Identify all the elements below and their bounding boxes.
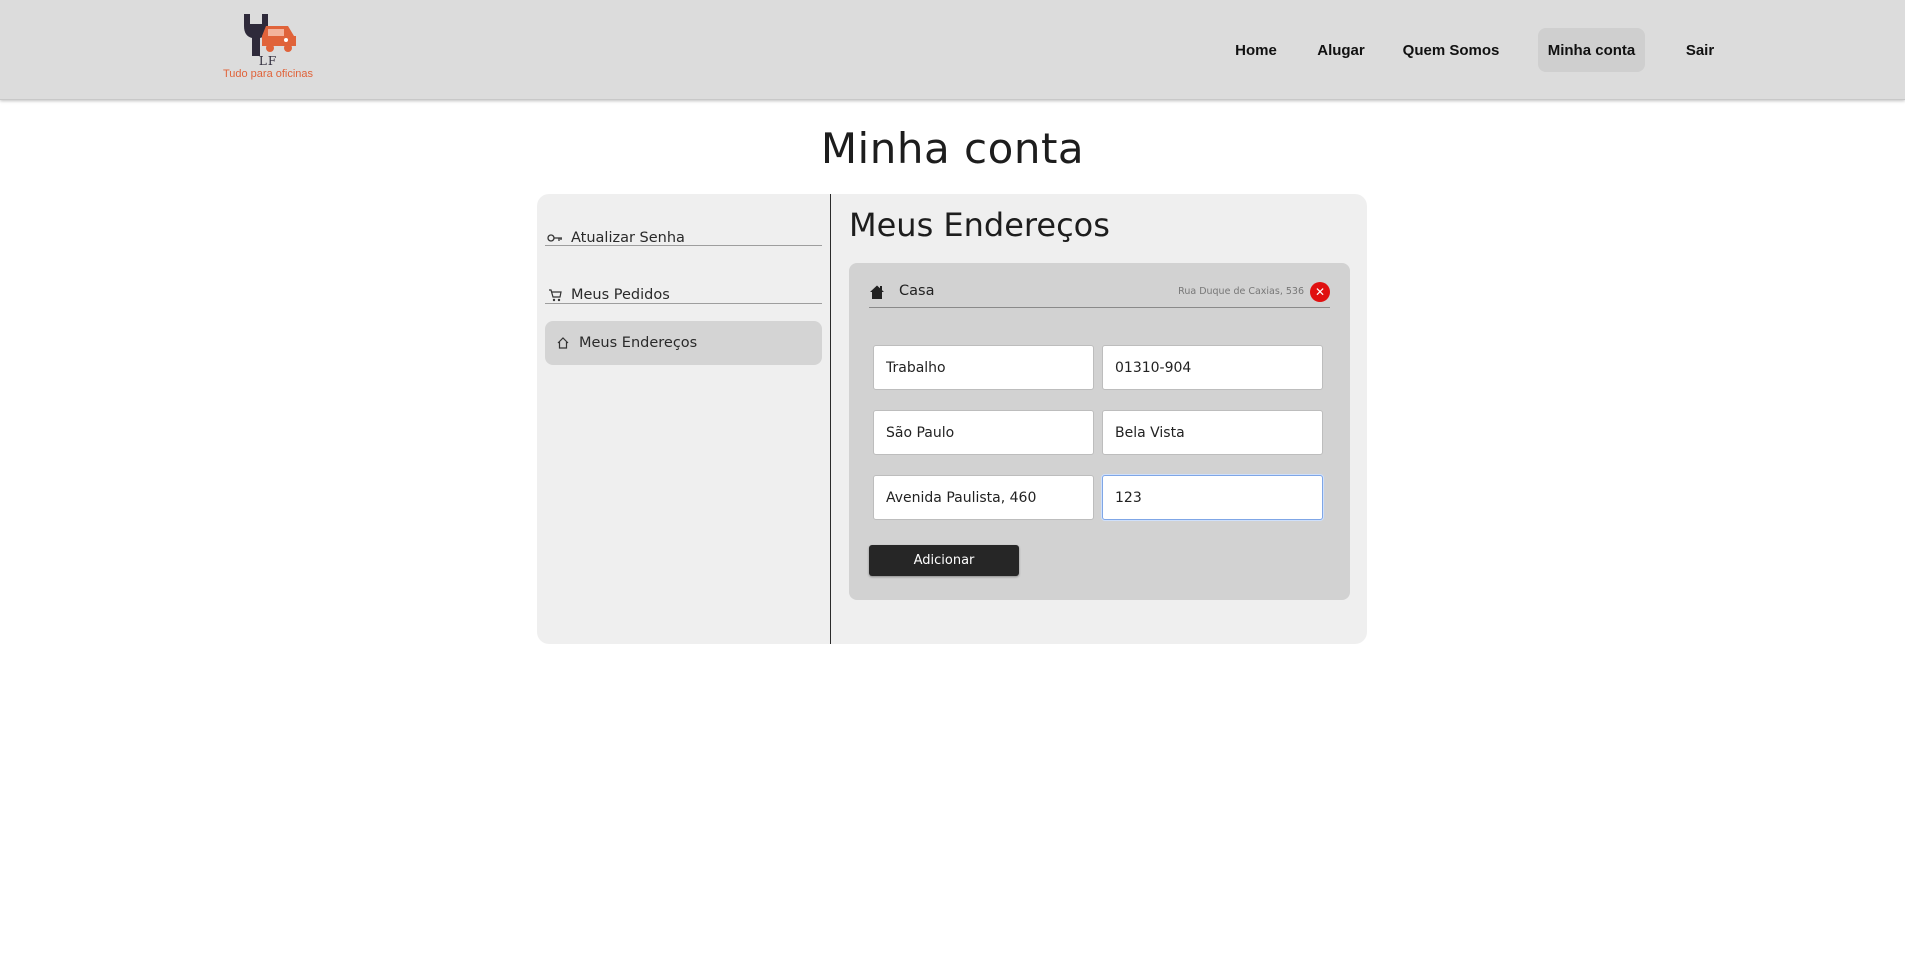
saved-address-name: Casa bbox=[899, 283, 935, 299]
home-filled-icon bbox=[870, 285, 884, 299]
close-icon: ✕ bbox=[1314, 285, 1326, 299]
sidebar-item-label: Meus Pedidos bbox=[571, 287, 670, 303]
district-field[interactable] bbox=[1102, 410, 1323, 455]
saved-address-row: Casa Rua Duque de Caxias, 536 ✕ bbox=[869, 277, 1330, 308]
page-title: Minha conta bbox=[820, 124, 1085, 173]
key-icon bbox=[545, 233, 565, 243]
sidebar-item-meus-pedidos[interactable]: Meus Pedidos bbox=[545, 273, 822, 317]
add-address-button[interactable]: Adicionar bbox=[869, 545, 1019, 576]
number-field[interactable] bbox=[1102, 475, 1323, 520]
nav-sair[interactable]: Sair bbox=[1672, 28, 1728, 72]
sidebar-item-label: Atualizar Senha bbox=[571, 230, 685, 246]
delete-address-button[interactable]: ✕ bbox=[1310, 282, 1330, 302]
street-field[interactable] bbox=[873, 475, 1094, 520]
sidebar-divider bbox=[545, 303, 822, 304]
cep-field[interactable] bbox=[1102, 345, 1323, 390]
city-field[interactable] bbox=[873, 410, 1094, 455]
sidebar-item-meus-enderecos[interactable]: Meus Endereços bbox=[545, 321, 822, 365]
brand-logo-text: LF bbox=[258, 54, 278, 68]
sidebar-divider bbox=[545, 245, 822, 246]
nav-alugar[interactable]: Alugar bbox=[1308, 28, 1374, 72]
home-outline-icon bbox=[553, 336, 573, 350]
wrench-car-logo-icon bbox=[244, 14, 296, 56]
nav-minha-conta[interactable]: Minha conta bbox=[1538, 28, 1645, 72]
account-panel: Atualizar Senha Meus Pedidos Meus Endere… bbox=[537, 194, 1367, 644]
nav-home[interactable]: Home bbox=[1226, 28, 1286, 72]
addresses-card: Casa Rua Duque de Caxias, 536 ✕ Adiciona… bbox=[849, 263, 1350, 600]
nav-quem-somos[interactable]: Quem Somos bbox=[1396, 28, 1506, 72]
addresses-title: Meus Endereços bbox=[849, 206, 1110, 244]
top-navigation-bar: LF Tudo para oficinas Home Alugar Quem S… bbox=[0, 0, 1905, 100]
account-sidebar: Atualizar Senha Meus Pedidos Meus Endere… bbox=[537, 194, 831, 644]
sidebar-item-label: Meus Endereços bbox=[579, 335, 698, 351]
sidebar-item-atualizar-senha[interactable]: Atualizar Senha bbox=[545, 216, 822, 260]
brand-logo[interactable]: LF Tudo para oficinas bbox=[218, 10, 318, 80]
brand-tagline: Tudo para oficinas bbox=[222, 68, 314, 80]
address-label-field[interactable] bbox=[873, 345, 1094, 390]
saved-address-summary: Rua Duque de Caxias, 536 bbox=[1178, 286, 1304, 297]
cart-icon bbox=[545, 288, 565, 302]
